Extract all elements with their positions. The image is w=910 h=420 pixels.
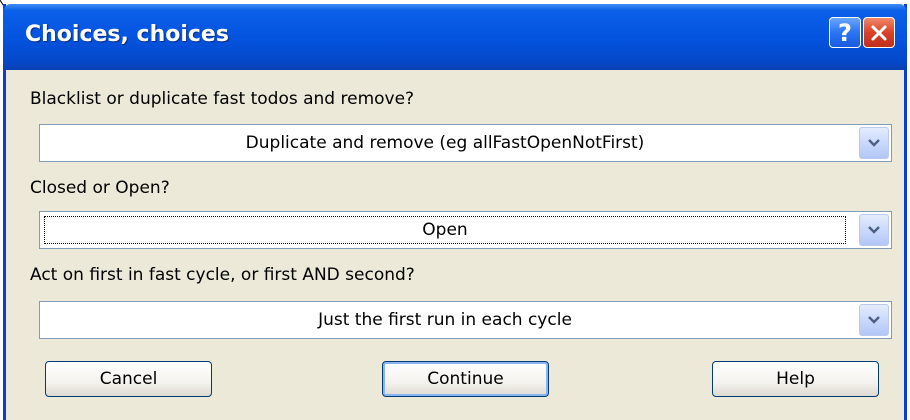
question-2-dropdown[interactable]: Open	[39, 211, 892, 249]
title-bar[interactable]: Choices, choices ?	[3, 4, 907, 70]
question-1-dropdown[interactable]: Duplicate and remove (eg allFastOpenNotF…	[39, 124, 892, 162]
cancel-button[interactable]: Cancel	[45, 361, 212, 397]
help-button[interactable]: Help	[712, 361, 879, 397]
question-mark-icon: ?	[838, 18, 852, 47]
close-button[interactable]	[863, 17, 895, 48]
dropdown-arrow-button[interactable]	[859, 127, 889, 159]
chevron-down-icon	[868, 139, 880, 147]
chevron-down-icon	[868, 316, 880, 324]
choices-dialog: Choices, choices ? Blacklist or duplicat…	[3, 4, 907, 420]
continue-button[interactable]: Continue	[382, 361, 549, 397]
window-title: Choices, choices	[25, 22, 229, 47]
question-2-label: Closed or Open?	[30, 178, 170, 198]
dropdown-arrow-button[interactable]	[859, 304, 889, 336]
question-2-selected-value: Open	[422, 220, 468, 240]
question-3-dropdown[interactable]: Just the first run in each cycle	[39, 301, 892, 339]
question-1-selected-value: Duplicate and remove (eg allFastOpenNotF…	[245, 133, 645, 153]
question-1-label: Blacklist or duplicate fast todos and re…	[30, 89, 415, 109]
chevron-down-icon	[868, 226, 880, 234]
question-3-label: Act on first in fast cycle, or first AND…	[30, 265, 415, 285]
dropdown-arrow-button[interactable]	[859, 214, 889, 246]
question-3-selected-value: Just the first run in each cycle	[318, 310, 572, 330]
close-x-icon	[871, 25, 887, 40]
help-title-button[interactable]: ?	[829, 17, 861, 48]
